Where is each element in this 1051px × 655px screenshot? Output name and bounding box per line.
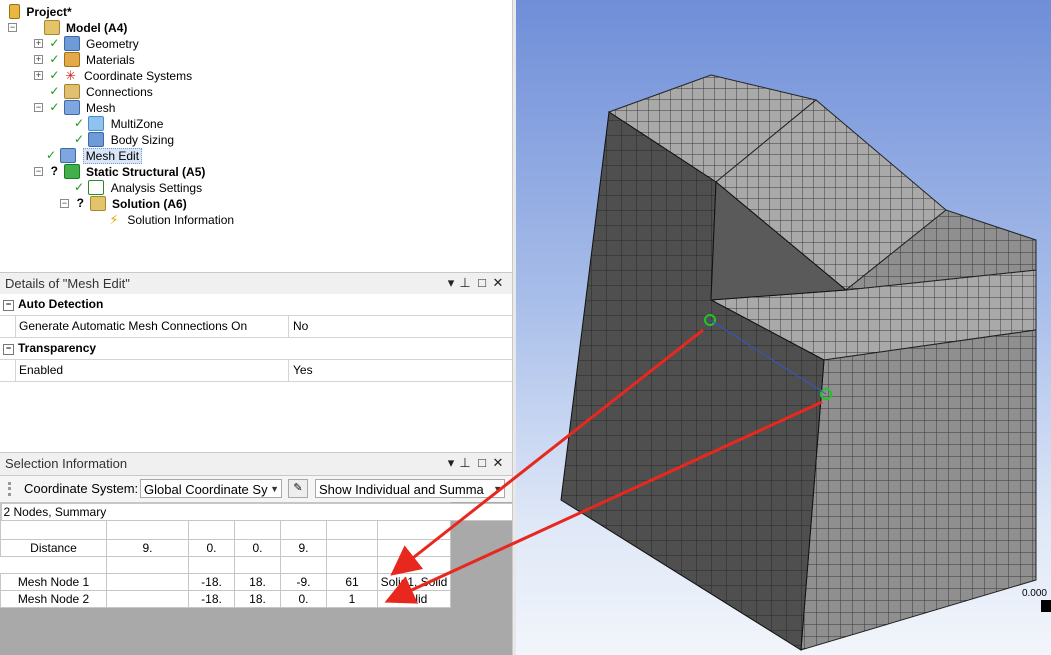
arrow-annotation-2 <box>384 400 823 604</box>
annotation-overlay <box>384 328 823 604</box>
arrow-annotation-1 <box>390 328 704 576</box>
